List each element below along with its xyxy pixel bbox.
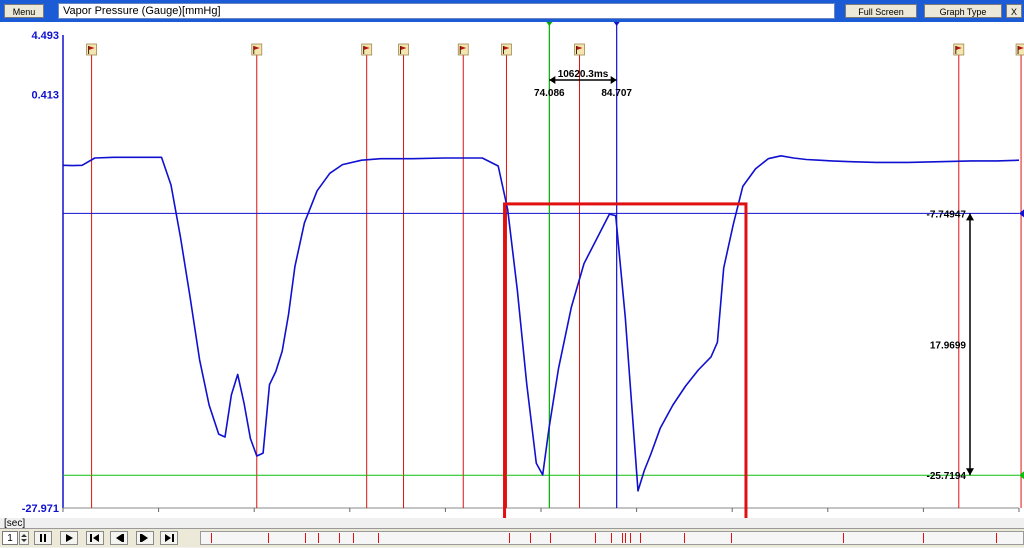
step-forward-button[interactable] — [136, 531, 154, 545]
scrollbar-event-tick — [210, 533, 212, 543]
skip-start-button[interactable] — [86, 531, 104, 545]
event-flag-icon — [1015, 43, 1024, 56]
scrollbar-event-tick — [378, 533, 380, 543]
play-button[interactable] — [60, 531, 78, 545]
scrollbar-event-tick — [639, 533, 641, 543]
scrollbar-event-tick — [318, 533, 319, 543]
scrollbar-event-tick — [550, 533, 552, 543]
graph-type-button[interactable]: Graph Type — [924, 4, 1002, 18]
event-flag-icon — [251, 43, 263, 56]
scrollbar-event-tick — [923, 533, 925, 543]
scrollbar-event-tick — [842, 533, 844, 543]
arrowhead-up-icon — [966, 213, 974, 221]
event-flag-icon — [361, 43, 373, 56]
arrowhead-left-icon — [549, 76, 556, 84]
level-value-label: -25.7194 — [927, 471, 967, 482]
close-button[interactable]: X — [1006, 4, 1022, 18]
event-flag-icon — [953, 43, 965, 56]
step-back-button[interactable] — [110, 531, 128, 545]
page-number-field[interactable]: 1 — [2, 531, 18, 545]
scrollbar-event-tick — [629, 533, 631, 543]
cursor-handle-icon — [613, 22, 620, 26]
event-flag-icon — [501, 43, 512, 56]
scrollbar-event-tick — [731, 533, 733, 543]
scrollbar-event-tick — [267, 533, 269, 543]
timeline-scrollbar[interactable] — [200, 531, 1024, 545]
step-back-icon — [116, 534, 124, 542]
scrollbar-event-tick — [338, 533, 340, 543]
event-flag-icon — [457, 43, 469, 56]
pause-icon — [40, 534, 46, 542]
graph-titlebar: Menu Vapor Pressure (Gauge)[mmHg] Full S… — [0, 0, 1024, 22]
arrowhead-right-icon — [610, 76, 617, 84]
scrollbar-event-tick — [622, 533, 624, 543]
cursor-handle-icon — [546, 22, 553, 26]
y-tick-label: -27.971 — [22, 503, 59, 515]
pause-button[interactable] — [34, 531, 52, 545]
skip-end-button[interactable] — [160, 531, 178, 545]
spinner-arrows-icon — [21, 534, 27, 542]
scrollbar-event-tick — [684, 533, 686, 543]
series-line — [62, 155, 1020, 492]
graph-title-field: Vapor Pressure (Gauge)[mmHg] — [58, 3, 835, 19]
cursor-delta-label: 10620.3ms — [558, 69, 609, 80]
cursor-b-value: 84.707 — [601, 88, 632, 99]
event-flag-icon — [574, 43, 585, 56]
vapor-pressure-chart[interactable]: 10620.3ms 74.086 84.707 -7.74947 -25.7194 17.… — [0, 22, 1024, 531]
play-icon — [66, 534, 73, 542]
scrollbar-event-tick — [353, 533, 355, 543]
y-tick-label: 4.493 — [31, 30, 59, 42]
step-forward-icon — [140, 534, 148, 542]
level-value-label: -7.74947 — [927, 209, 967, 220]
event-flag-icon — [86, 43, 97, 56]
scrollbar-event-tick — [611, 533, 613, 543]
page-spinner[interactable] — [19, 531, 29, 545]
skip-end-icon — [165, 534, 174, 542]
cursor-a-value: 74.086 — [534, 88, 565, 99]
scrollbar-event-tick — [996, 533, 998, 543]
menu-button[interactable]: Menu — [4, 4, 44, 18]
arrowhead-down-icon — [966, 468, 974, 476]
scrollbar-event-tick — [305, 533, 307, 543]
full-screen-button[interactable]: Full Screen — [845, 4, 917, 18]
event-flag-icon — [398, 43, 409, 56]
y-tick-label: 0.413 — [31, 89, 59, 101]
level-delta-label: 17.9699 — [930, 340, 967, 351]
flag-frame — [1015, 43, 1024, 56]
chart-frame — [62, 35, 1019, 509]
skip-start-icon — [90, 534, 99, 542]
scrollbar-event-tick — [530, 533, 532, 543]
scrollbar-event-tick — [594, 533, 596, 543]
graph-title: Vapor Pressure (Gauge)[mmHg] — [63, 5, 221, 17]
scrollbar-event-tick — [508, 533, 510, 543]
plot-area[interactable]: 10620.3ms 74.086 84.707 -7.74947 -25.7194 17.… — [0, 22, 1024, 531]
scrollbar-event-tick — [625, 533, 627, 543]
